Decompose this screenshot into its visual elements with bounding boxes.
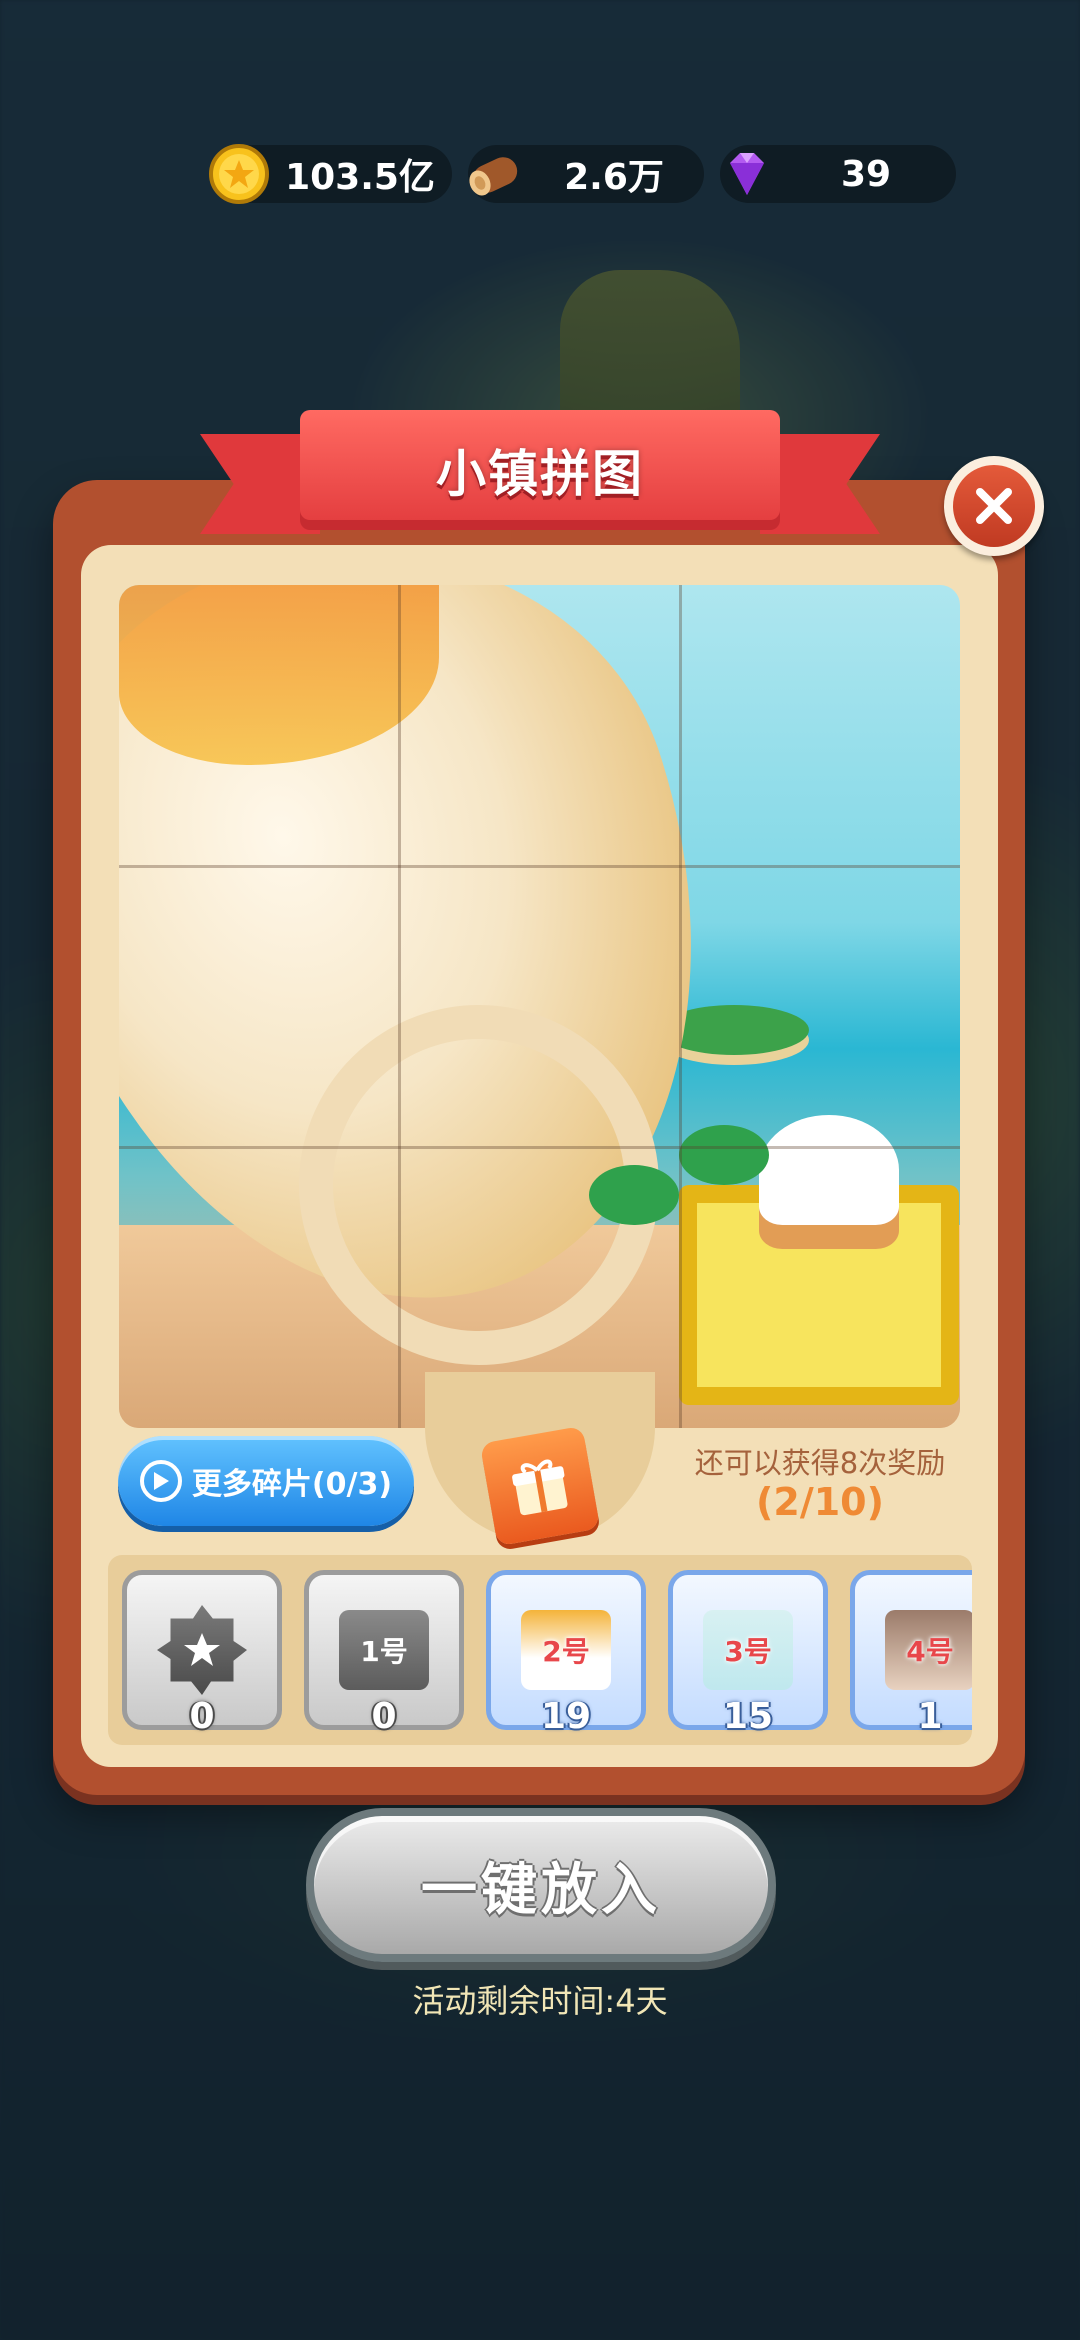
piece-label: 1号 — [360, 1635, 408, 1668]
gift-box-button[interactable] — [479, 1425, 601, 1547]
close-button-face — [953, 465, 1035, 547]
piece-count: 15 — [722, 1696, 774, 1737]
resource-bar: 103.5亿 2.6万 39 — [209, 144, 960, 205]
more-pieces-label: 更多碎片(0/3) — [191, 1467, 393, 1502]
play-video-icon — [139, 1460, 182, 1502]
piece-label: 4号 — [906, 1635, 954, 1668]
scene-chef-hat — [759, 1115, 899, 1225]
scene-palm — [589, 1165, 679, 1225]
puzzle-piece-icon: 4号 — [885, 1610, 972, 1690]
scene-palm — [679, 1125, 769, 1185]
gem-counter[interactable]: 39 — [720, 145, 956, 203]
place-all-button[interactable]: 一键放入 — [306, 1808, 776, 1962]
puzzle-grid-line — [679, 585, 682, 1428]
puzzle-board[interactable] — [119, 585, 960, 1428]
piece-label: 3号 — [724, 1635, 772, 1668]
puzzle-grid-line — [398, 585, 401, 1428]
piece-slot-star[interactable]: 0 — [122, 1570, 282, 1737]
puzzle-piece-icon: 2号 — [521, 1610, 611, 1690]
event-timer: 活动剩余时间:4天 — [412, 1982, 668, 2020]
wood-log-icon — [469, 157, 518, 196]
purple-gem-icon — [730, 153, 764, 195]
wood-counter[interactable]: 2.6万 — [468, 145, 704, 203]
piece-slot-1[interactable]: 1号 0 — [304, 1570, 464, 1737]
close-button[interactable] — [944, 456, 1044, 556]
more-pieces-button[interactable]: 更多碎片(0/3) — [118, 1436, 414, 1526]
title-ribbon: 小镇拼图 — [200, 410, 880, 560]
piece-count: 0 — [371, 1696, 397, 1737]
puzzle-piece-icon: 1号 — [339, 1610, 429, 1690]
gold-coin-icon — [209, 144, 269, 204]
panel-title: 小镇拼图 — [436, 445, 644, 503]
reward-remaining-text: 还可以获得8次奖励 — [694, 1446, 946, 1480]
reward-progress: (2/10) — [756, 1480, 884, 1524]
piece-tray[interactable]: 0 1号 0 2号 19 3号 15 4号 1 — [108, 1555, 972, 1745]
piece-count: 0 — [189, 1696, 215, 1737]
piece-label: 2号 — [542, 1635, 590, 1668]
puzzle-grid-line — [119, 865, 960, 868]
piece-count: 1 — [917, 1696, 943, 1737]
piece-count: 19 — [540, 1696, 592, 1737]
close-icon — [976, 488, 1012, 524]
star-piece-icon — [157, 1605, 247, 1695]
piece-slot-2[interactable]: 2号 19 — [486, 1570, 646, 1737]
gold-counter[interactable]: 103.5亿 — [209, 144, 452, 204]
puzzle-piece-icon: 3号 — [703, 1610, 793, 1690]
gift-icon — [512, 1459, 568, 1516]
piece-slot-4[interactable]: 4号 1 — [850, 1570, 972, 1737]
puzzle-grid-line — [119, 1146, 960, 1149]
ribbon-center: 小镇拼图 — [300, 410, 780, 530]
piece-slot-3[interactable]: 3号 15 — [668, 1570, 828, 1737]
place-all-label: 一键放入 — [421, 1857, 661, 1923]
